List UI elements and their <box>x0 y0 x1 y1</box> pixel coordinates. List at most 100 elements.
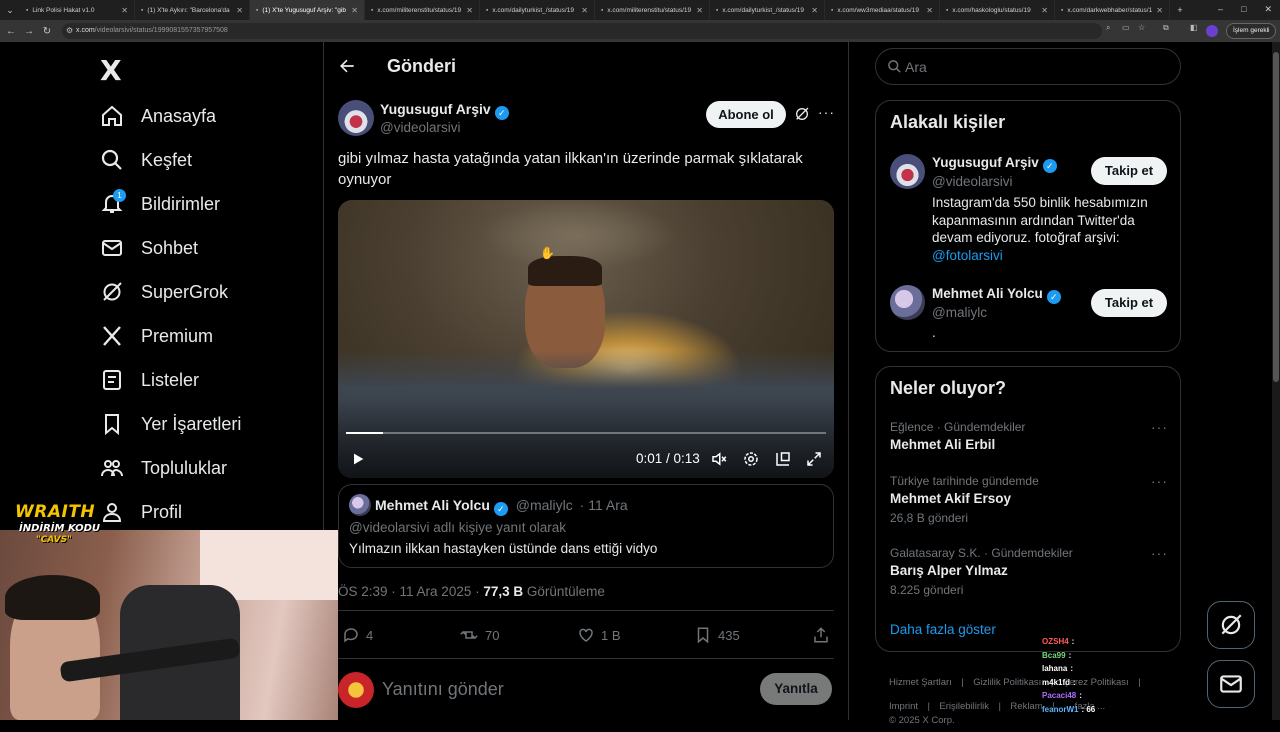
quote-date[interactable]: · 11 Ara <box>580 497 628 513</box>
back-arrow-icon[interactable] <box>337 56 357 81</box>
tab-close-icon[interactable]: ✕ <box>1041 6 1048 15</box>
share-action[interactable] <box>812 626 836 644</box>
zoom-icon[interactable]: ⌕ <box>1106 23 1110 33</box>
quote-author-handle[interactable]: @maliylc <box>516 497 573 513</box>
extension-icon[interactable]: ◧ <box>1190 23 1198 32</box>
trend-name[interactable]: Mehmet Akif Ersoy <box>890 491 1011 506</box>
browser-tab[interactable]: ▪ x.com/haskologlu/status/19 ✕ <box>940 0 1055 20</box>
author-name[interactable]: Yugusuguf Arşiv <box>380 101 491 117</box>
sidebar-item-2[interactable]: 1 Bildirimler <box>100 189 220 219</box>
browser-tab[interactable]: ▪ (1) X'te Yugusuguf Arşiv: "gib ✕ <box>250 0 365 20</box>
sidebar-item-6[interactable]: Listeler <box>100 365 199 395</box>
minimize-icon[interactable]: – <box>1218 4 1223 15</box>
fullscreen-icon[interactable] <box>805 450 823 473</box>
related-avatar[interactable] <box>890 154 925 189</box>
my-avatar[interactable] <box>338 672 374 708</box>
forward-icon[interactable]: → <box>20 26 38 37</box>
browser-tab[interactable]: ▪ x.com/darkwebhaber/status/19 ✕ <box>1055 0 1170 20</box>
star-icon[interactable]: ☆ <box>1138 23 1145 32</box>
browser-tab[interactable]: ▪ x.com/militerenstitu/status/19 ✕ <box>365 0 480 20</box>
x-logo[interactable]: X <box>100 54 122 87</box>
tab-close-icon[interactable]: ✕ <box>926 6 933 15</box>
tab-close-icon[interactable]: ✕ <box>466 6 473 15</box>
reply-input[interactable]: Yanıtını gönder <box>382 679 504 700</box>
reload-icon[interactable]: ↻ <box>38 26 56 37</box>
messages-fab[interactable] <box>1207 660 1255 708</box>
related-avatar[interactable] <box>890 285 925 320</box>
show-more-link[interactable]: Daha fazla göster <box>890 622 996 637</box>
browser-tab[interactable]: ▪ Link Polisi Hakat v1.0 ✕ <box>20 0 135 20</box>
footer-link[interactable]: Reklam <box>1010 701 1042 712</box>
grok-fab[interactable] <box>1207 601 1255 649</box>
close-window-icon[interactable]: ✕ <box>1264 4 1272 15</box>
sidebar-item-0[interactable]: Anasayfa <box>100 101 216 131</box>
related-handle[interactable]: @videolarsivi <box>932 174 1012 189</box>
more-options-icon[interactable]: ··· <box>818 104 835 120</box>
related-name[interactable]: Yugusuguf Arşiv <box>932 155 1039 170</box>
tab-close-icon[interactable]: ✕ <box>351 6 358 15</box>
author-name-row[interactable]: Yugusuguf Arşiv ✓ <box>380 101 509 120</box>
volume-icon[interactable] <box>710 450 728 473</box>
tab-search-icon[interactable]: ⌄ <box>0 5 20 16</box>
footer-link[interactable]: Hizmet Şartları <box>889 677 952 688</box>
author-avatar[interactable] <box>338 100 374 136</box>
new-tab-button[interactable]: + <box>1170 5 1190 15</box>
follow-button[interactable]: Takip et <box>1091 289 1167 317</box>
trend-more-icon[interactable]: ··· <box>1151 419 1168 435</box>
sidebar-item-1[interactable]: Keşfet <box>100 145 192 175</box>
browser-tab[interactable]: ▪ x.com/dailyturkist_/status/19 ✕ <box>710 0 825 20</box>
browser-tab[interactable]: ▪ (1) X'te Aykırı: "Barcelona'da ✕ <box>135 0 250 20</box>
search-box[interactable]: Ara <box>875 48 1181 85</box>
quote-author-name[interactable]: Mehmet Ali Yolcu <box>375 497 490 513</box>
settings-icon[interactable] <box>742 450 760 473</box>
back-icon[interactable]: ← <box>2 26 20 37</box>
follow-button[interactable]: Takip et <box>1091 157 1167 185</box>
quote-avatar[interactable] <box>349 494 371 516</box>
related-name-row[interactable]: Yugusuguf Arşiv ✓ <box>932 155 1057 173</box>
related-name[interactable]: Mehmet Ali Yolcu <box>932 286 1043 301</box>
quoted-reply-card[interactable]: Mehmet Ali Yolcu ✓ @maliylc · 11 Ara @vid… <box>338 484 834 568</box>
author-handle[interactable]: @videolarsivi <box>380 120 460 135</box>
bookmark-action[interactable]: 435 <box>694 626 740 644</box>
sidebar-item-4[interactable]: SuperGrok <box>100 277 228 307</box>
related-name-row[interactable]: Mehmet Ali Yolcu ✓ <box>932 286 1061 304</box>
video-progress-track[interactable] <box>346 432 826 434</box>
footer-link[interactable]: Gizlilik Politikası <box>973 677 1041 688</box>
video-player[interactable]: 0:01 / 0:13 <box>338 200 834 478</box>
tab-close-icon[interactable]: ✕ <box>696 6 703 15</box>
trend-name[interactable]: Mehmet Ali Erbil <box>890 437 995 452</box>
sidebar-item-5[interactable]: Premium <box>100 321 213 351</box>
site-info-icon[interactable]: ⚙ <box>66 23 73 39</box>
repost-action[interactable]: 70 <box>459 626 499 644</box>
trend-more-icon[interactable]: ··· <box>1151 545 1168 561</box>
related-handle[interactable]: @maliylc <box>932 305 987 320</box>
browser-tab[interactable]: ▪ x.com/dailyturkist_/status/19 ✕ <box>480 0 595 20</box>
url-field[interactable]: ⚙ x.com/videolarsivi/status/199908155735… <box>62 23 1102 39</box>
picture-in-picture-icon[interactable] <box>774 450 792 473</box>
profile-avatar-icon[interactable] <box>1206 25 1218 37</box>
scrollbar-thumb[interactable] <box>1273 52 1279 382</box>
like-action[interactable]: 1 B <box>577 626 621 644</box>
tab-close-icon[interactable]: ✕ <box>811 6 818 15</box>
play-icon[interactable] <box>350 451 366 472</box>
reply-button[interactable]: Yanıtla <box>760 673 832 705</box>
sidebar-item-9[interactable]: Profil <box>100 497 182 527</box>
trend-more-icon[interactable]: ··· <box>1151 473 1168 489</box>
browser-tab[interactable]: ▪ x.com/militerenstitu/status/19 ✕ <box>595 0 710 20</box>
sidebar-item-8[interactable]: Topluluklar <box>100 453 227 483</box>
bio-link[interactable]: @fotolarsivi <box>932 248 1003 263</box>
extensions-icon[interactable]: ⧉ <box>1163 23 1169 33</box>
maximize-icon[interactable]: □ <box>1241 4 1246 15</box>
tab-close-icon[interactable]: ✕ <box>581 6 588 15</box>
cast-icon[interactable]: ▭ <box>1122 23 1130 32</box>
reply-action[interactable]: 4 <box>342 626 373 644</box>
grok-icon[interactable] <box>794 106 810 127</box>
tab-close-icon[interactable]: ✕ <box>236 6 243 15</box>
sidebar-item-3[interactable]: Sohbet <box>100 233 198 263</box>
post-timestamp[interactable]: ÖS 2:39 · 11 Ara 2025 · <box>338 584 483 599</box>
tab-close-icon[interactable]: ✕ <box>121 6 128 15</box>
tab-close-icon[interactable]: ✕ <box>1156 6 1163 15</box>
sidebar-item-7[interactable]: Yer İşaretleri <box>100 409 241 439</box>
subscribe-button[interactable]: Abone ol <box>706 101 786 128</box>
trend-name[interactable]: Barış Alper Yılmaz <box>890 563 1008 578</box>
